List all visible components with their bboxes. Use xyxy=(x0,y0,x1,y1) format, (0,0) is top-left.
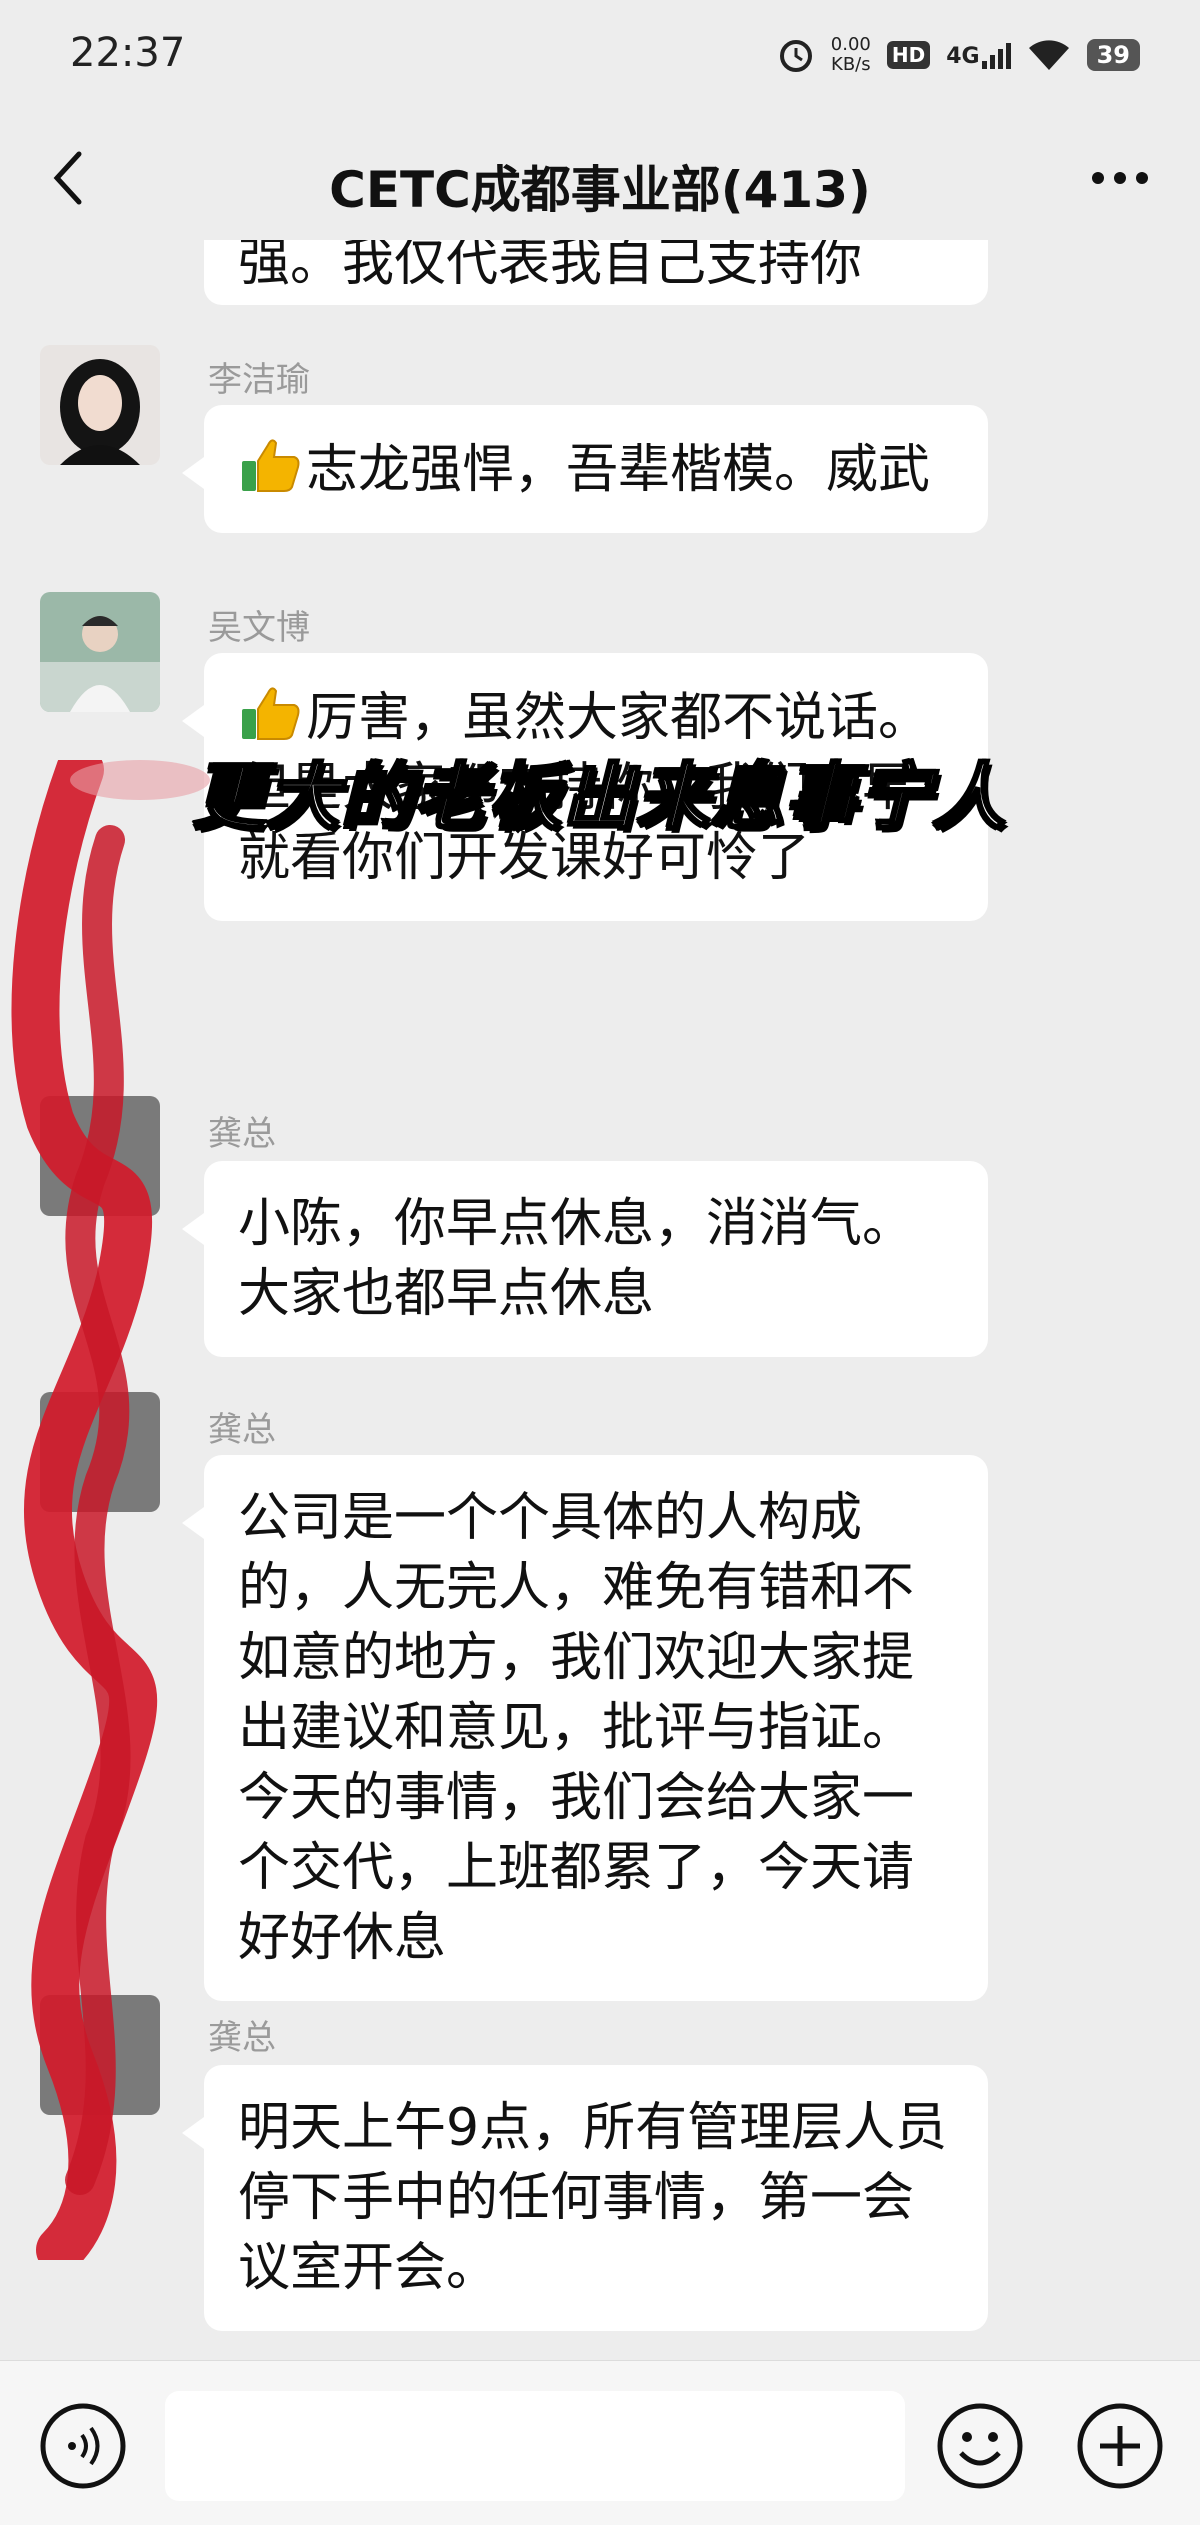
sender-name: 龚总 xyxy=(208,1114,276,1154)
thumbs-up-icon xyxy=(242,439,300,492)
status-bar: 22:37 0.00 KB/s HD 4G 39 xyxy=(0,0,1200,110)
message-bubble: 志龙强悍，吾辈楷模。威武 xyxy=(182,405,988,533)
message-bubble: 小陈，你早点休息，消消气。大家也都早点休息 xyxy=(182,1161,988,1357)
message-input[interactable] xyxy=(165,2391,905,2501)
message-text: 强。我仅代表我自己支持你 xyxy=(238,240,863,293)
overlay-caption: 更大的老板出来息事宁人 xyxy=(191,754,1007,841)
speed-unit: KB/s xyxy=(831,54,871,75)
more-options-icon[interactable] xyxy=(1090,168,1150,188)
speed-value: 0.00 xyxy=(830,34,871,55)
status-time: 22:37 xyxy=(70,30,186,76)
message-text: 小陈，你早点休息，消消气。大家也都早点休息 xyxy=(238,1194,915,1324)
avatar[interactable] xyxy=(40,1096,160,1216)
network-speed: 0.00 KB/s xyxy=(831,35,871,75)
sender-name: 龚总 xyxy=(208,2018,276,2058)
chat-title: CETC成都事业部(413) xyxy=(329,161,871,219)
chat-messages[interactable]: 强。我仅代表我自己支持你 李洁瑜 志龙强悍，吾辈楷模。威武 吴文博 厉害，虽然大… xyxy=(0,240,1200,2360)
status-icons: 0.00 KB/s HD 4G 39 xyxy=(777,30,1140,80)
thumbs-up-icon xyxy=(242,687,300,740)
chat-header: CETC成都事业部(413) xyxy=(0,110,1200,240)
message-text: 志龙强悍，吾辈楷模。威武 xyxy=(306,440,931,500)
avatar[interactable] xyxy=(40,1995,160,2115)
message-bubble: 强。我仅代表我自己支持你 xyxy=(204,240,988,305)
message-bubble: 公司是一个个具体的人构成的，人无完人，难免有错和不如意的地方，我们欢迎大家提出建… xyxy=(182,1455,988,2001)
message-bubble: 明天上午9点，所有管理层人员停下手中的任何事情，第一会议室开会。 xyxy=(182,2065,988,2331)
message-text: 公司是一个个具体的人构成的，人无完人，难免有错和不如意的地方，我们欢迎大家提出建… xyxy=(238,1488,915,1968)
avatar[interactable] xyxy=(40,1392,160,1512)
wifi-icon xyxy=(1028,40,1069,70)
alarm-icon xyxy=(779,40,812,72)
avatar[interactable] xyxy=(40,592,160,712)
hd-badge: HD xyxy=(886,41,931,69)
sender-name: 吴文博 xyxy=(208,608,310,648)
signal-indicator: 4G xyxy=(946,41,1011,69)
plus-icon[interactable] xyxy=(1075,2401,1165,2491)
sender-name: 龚总 xyxy=(208,1410,276,1450)
message-text: 明天上午9点，所有管理层人员停下手中的任何事情，第一会议室开会。 xyxy=(238,2098,948,2298)
voice-input-icon[interactable] xyxy=(38,2401,128,2491)
battery-indicator: 39 xyxy=(1086,39,1140,71)
emoji-icon[interactable] xyxy=(935,2401,1025,2491)
avatar[interactable] xyxy=(40,345,160,465)
input-bar xyxy=(0,2360,1200,2525)
sender-name: 李洁瑜 xyxy=(208,360,310,400)
network-type: 4G xyxy=(946,44,980,69)
signal-icon xyxy=(981,41,1011,69)
